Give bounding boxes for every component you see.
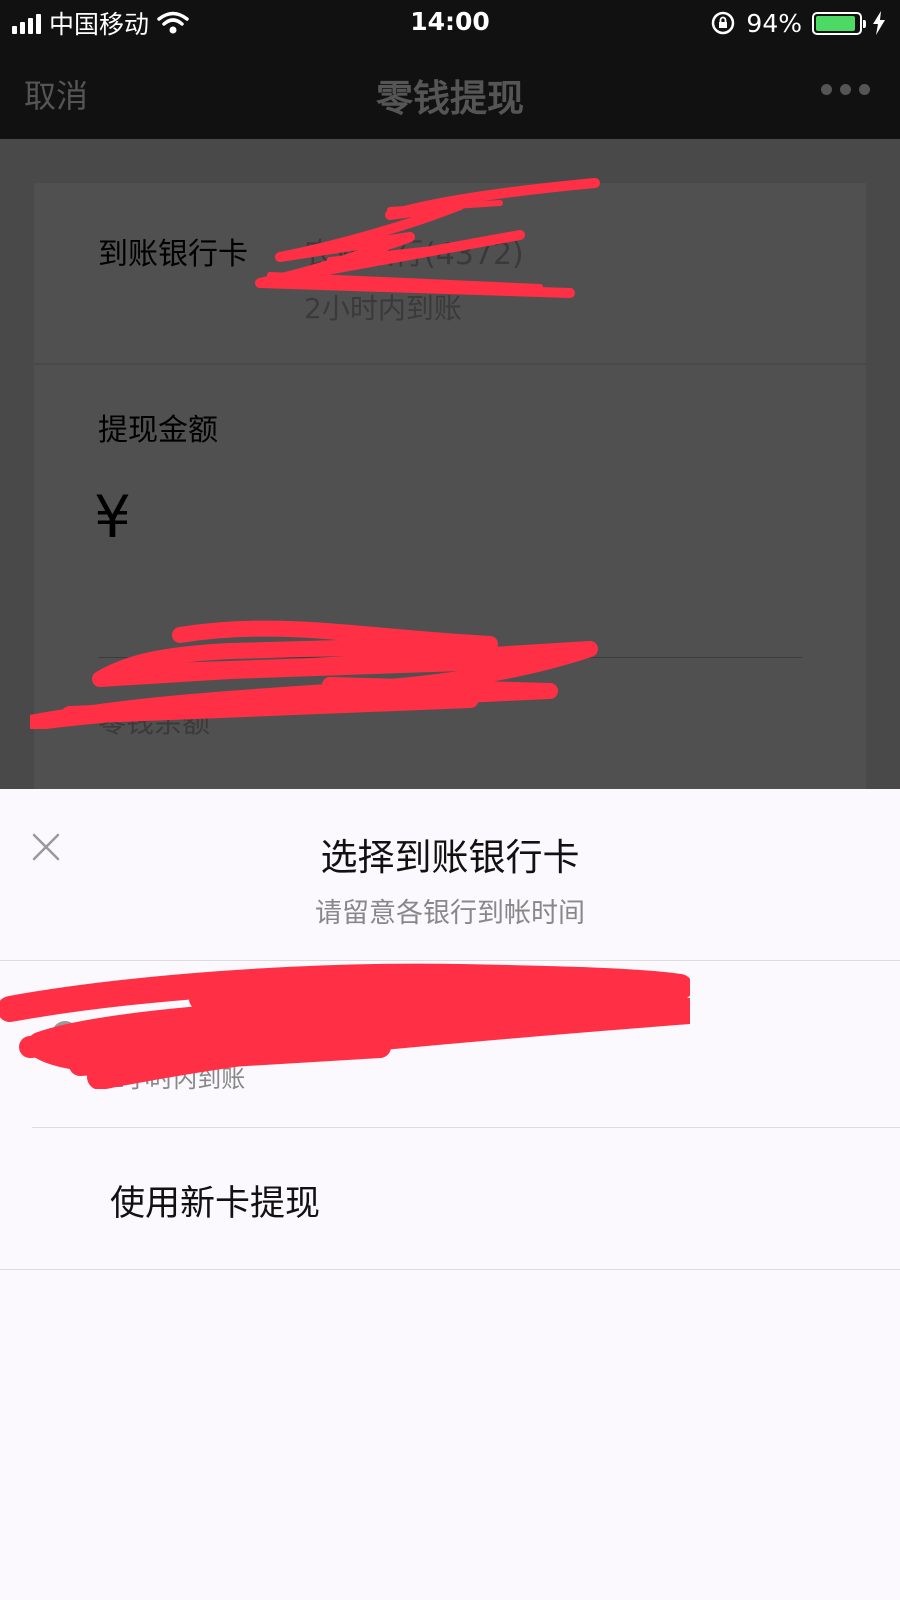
selected-bank-name[interactable]: 农业银行(4372) [304,229,524,273]
use-new-card-option[interactable]: 使用新卡提现 [0,1127,900,1269]
status-bar: 中国移动 14:00 94% [0,0,900,44]
more-icon[interactable] [821,84,870,95]
battery-percent: 94% [746,8,802,38]
radio-icon[interactable] [52,1021,78,1047]
bank-option[interactable]: 兴业银行 2小时内到账 [0,961,900,1127]
bank-option-name: 兴业银行 [110,1013,239,1051]
balance-text: 零钱余额 [98,706,211,739]
use-new-card-label: 使用新卡提现 [110,1184,321,1224]
page-title: 零钱提现 [376,77,524,120]
charging-icon [873,11,885,35]
divider [34,363,866,365]
withdraw-card: 到账银行卡 农业银行(4372) 2小时内到账 提现金额 ¥ 零钱余额 提现 [34,183,866,885]
currency-symbol: ¥ [94,483,131,551]
divider [0,1269,900,1270]
bank-card-label: 到账银行卡 [98,237,248,272]
navigation-bar: 取消 零钱提现 [0,44,900,139]
sheet-subtitle: 请留意各银行到帐时间 [315,898,585,929]
arrival-time: 2小时内到账 [304,292,462,325]
sheet-title: 选择到账银行卡 [320,836,580,879]
bank-option-arrival: 2小时内到账 [110,1065,246,1093]
battery-fill [816,15,855,31]
amount-label: 提现金额 [98,413,218,448]
amount-input-underline[interactable] [98,657,802,658]
status-right: 94% [710,6,886,40]
rotation-lock-icon [712,11,735,35]
bank-select-sheet: 选择到账银行卡 请留意各银行到帐时间 兴业银行 2小时内到账 使用新卡提现 [0,789,900,1600]
battery-icon [812,11,866,35]
withdraw-page-overlay: 到账银行卡 农业银行(4372) 2小时内到账 提现金额 ¥ 零钱余额 提现 [0,139,900,885]
